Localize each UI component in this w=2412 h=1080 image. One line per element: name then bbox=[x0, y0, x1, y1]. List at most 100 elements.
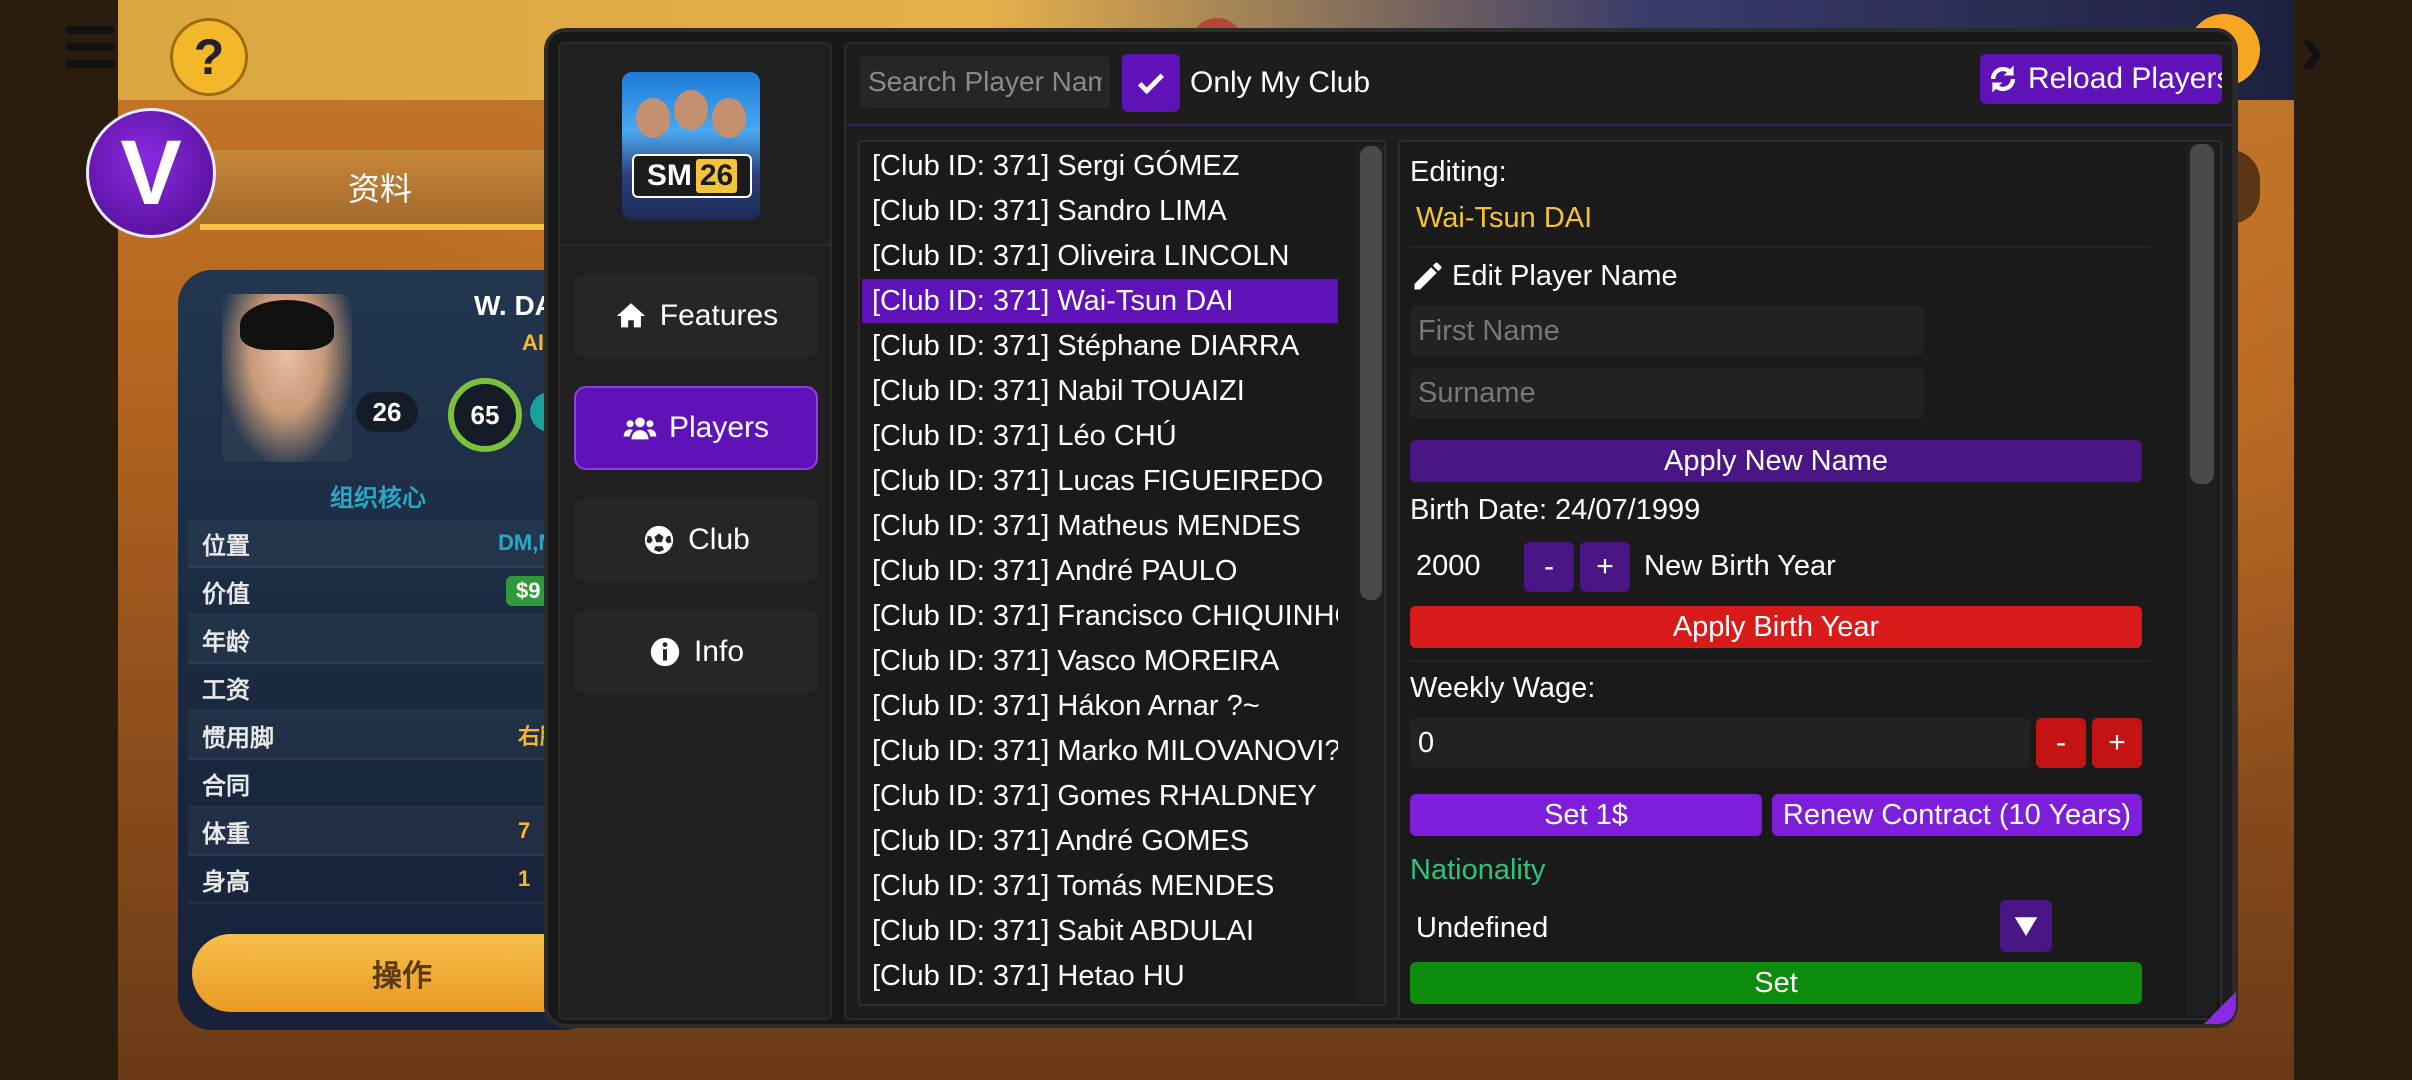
player-list[interactable]: [Club ID: 371] Sergi GÓMEZ [Club ID: 371… bbox=[858, 140, 1386, 1006]
search-player-input[interactable] bbox=[860, 56, 1110, 108]
users-icon bbox=[623, 417, 657, 440]
player-sub-label: AI bbox=[522, 330, 544, 355]
nav-features[interactable]: Features bbox=[574, 274, 818, 358]
player-editor: Editing: Wai-Tsun DAI Edit Player Name A… bbox=[1398, 140, 2222, 1020]
help-button[interactable]: ? bbox=[170, 18, 248, 96]
action-button[interactable]: 操作 bbox=[192, 934, 598, 1012]
panel-divider bbox=[846, 124, 2232, 126]
resize-handle[interactable] bbox=[2204, 992, 2236, 1024]
menu-sidebar: SM 26 Features Players Club Info bbox=[558, 42, 832, 1020]
stat-row: 合同 bbox=[188, 760, 598, 808]
list-item[interactable]: [Club ID: 371] André GOMES bbox=[862, 819, 1338, 863]
divider bbox=[1410, 246, 2150, 248]
birth-date-label: Birth Date: 24/07/1999 bbox=[1410, 494, 1701, 526]
list-item[interactable]: [Club ID: 371] Oliveira LINCOLN bbox=[862, 234, 1338, 278]
nav-club[interactable]: Club bbox=[574, 498, 818, 582]
player-list-scrollbar[interactable] bbox=[1356, 144, 1384, 1002]
apply-birth-year-button[interactable]: Apply Birth Year bbox=[1410, 606, 2142, 648]
birth-year-minus-button[interactable]: - bbox=[1524, 542, 1574, 592]
sidebar-divider bbox=[560, 244, 830, 246]
stat-row: 价值 $9 bbox=[188, 568, 598, 616]
list-item[interactable]: [Club ID: 371] Marko MILOVANOVI? bbox=[862, 729, 1338, 773]
scrollbar-thumb[interactable] bbox=[2190, 144, 2214, 484]
player-card: W. DA AI 26 65 组织核心 位置 DM,M 价值 $9 年龄 工资 惯用… bbox=[178, 270, 598, 1030]
list-item[interactable]: [Club ID: 371] Stéphane DIARRA bbox=[862, 324, 1338, 368]
reload-label: Reload Players bbox=[2028, 62, 2222, 95]
first-name-input[interactable] bbox=[1410, 306, 1924, 356]
refresh-icon bbox=[1990, 65, 2016, 93]
list-item[interactable]: [Club ID: 371] Sabit ABDULAI bbox=[862, 909, 1338, 953]
wage-minus-button[interactable]: - bbox=[2036, 718, 2086, 768]
list-item[interactable]: [Club ID: 371] Nabil TOUAIZI bbox=[862, 369, 1338, 413]
divider bbox=[1410, 660, 2150, 662]
nav-label: Club bbox=[688, 523, 750, 556]
stat-row: 年龄 bbox=[188, 616, 598, 664]
weekly-wage-label: Weekly Wage: bbox=[1410, 672, 1596, 704]
list-item[interactable]: [Club ID: 371] Francisco CHIQUINHO bbox=[862, 594, 1338, 638]
dropdown-arrow-icon[interactable] bbox=[2000, 900, 2052, 952]
list-item[interactable]: [Club ID: 371] Matheus MENDES bbox=[862, 504, 1338, 548]
mod-menu-toggle-icon[interactable]: V bbox=[86, 108, 216, 238]
stat-row: 位置 DM,M bbox=[188, 520, 598, 568]
editing-player-name: Wai-Tsun DAI bbox=[1416, 202, 1593, 234]
age-badge: 26 bbox=[356, 392, 418, 432]
wage-input[interactable]: 0 bbox=[1410, 718, 2030, 768]
player-portrait bbox=[222, 294, 352, 462]
birth-year-value[interactable]: 2000 bbox=[1416, 550, 1481, 583]
nav-label: Info bbox=[693, 635, 745, 668]
reload-players-button[interactable]: Reload Players bbox=[1980, 54, 2222, 104]
editing-label: Editing: bbox=[1410, 156, 1507, 188]
nationality-dropdown[interactable]: Undefined bbox=[1410, 900, 2058, 954]
list-item[interactable]: [Club ID: 371] Sergi GÓMEZ bbox=[862, 144, 1338, 188]
tab-profile[interactable]: 资料 bbox=[200, 150, 560, 230]
list-item[interactable]: [Club ID: 371] Tomás MENDES bbox=[862, 864, 1338, 908]
app-logo: SM 26 bbox=[622, 72, 760, 220]
info-icon bbox=[650, 637, 680, 667]
nationality-selected-value: Undefined bbox=[1416, 912, 1549, 944]
list-item[interactable]: [Club ID: 371] Sandro LIMA bbox=[862, 189, 1338, 233]
home-icon bbox=[616, 303, 645, 328]
stat-row: 体重 7 bbox=[188, 808, 598, 856]
list-item[interactable]: [Club ID: 371] Hákon Arnar ?~ bbox=[862, 684, 1338, 728]
list-item[interactable]: [Club ID: 371] Gomes RHALDNEY bbox=[862, 774, 1338, 818]
overall-rating-badge: 65 bbox=[448, 378, 522, 452]
new-birth-year-label: New Birth Year bbox=[1644, 550, 1836, 582]
surname-input[interactable] bbox=[1410, 368, 1924, 418]
editor-scrollbar[interactable] bbox=[2186, 144, 2216, 1016]
stat-list: 位置 DM,M 价值 $9 年龄 工资 惯用脚 右脚 合同 体重 7 身高 1 bbox=[188, 520, 598, 904]
nav-label: Features bbox=[659, 299, 779, 332]
nav-info[interactable]: Info bbox=[574, 610, 818, 694]
checkmark-icon bbox=[1137, 73, 1165, 95]
nationality-heading: Nationality bbox=[1410, 854, 1546, 886]
nav-label: Players bbox=[668, 411, 770, 444]
set-1-dollar-button[interactable]: Set 1$ bbox=[1410, 794, 1762, 836]
right-letterbox bbox=[2294, 0, 2412, 1080]
list-item[interactable]: [Club ID: 371] Léo CHÚ bbox=[862, 414, 1338, 458]
players-panel: Only My Club Reload Players [Club ID: 37… bbox=[844, 42, 2234, 1020]
only-my-club-checkbox[interactable] bbox=[1122, 54, 1180, 112]
scrollbar-thumb[interactable] bbox=[1360, 146, 1382, 600]
next-arrow-icon[interactable]: › bbox=[2300, 14, 2360, 86]
soccer-ball-icon bbox=[644, 525, 674, 555]
list-item[interactable]: [Club ID: 371] André PAULO bbox=[862, 549, 1338, 593]
pencil-icon bbox=[1414, 262, 1442, 290]
set-nationality-button[interactable]: Set bbox=[1410, 962, 2142, 1004]
hamburger-menu-icon[interactable] bbox=[66, 26, 114, 74]
renew-contract-button[interactable]: Renew Contract (10 Years) bbox=[1772, 794, 2142, 836]
list-item-selected[interactable]: [Club ID: 371] Wai-Tsun DAI bbox=[862, 279, 1338, 323]
player-role: 组织核心 bbox=[330, 485, 426, 512]
edit-player-name-heading: Edit Player Name bbox=[1410, 258, 1678, 294]
list-item[interactable]: [Club ID: 371] Lucas FIGUEIREDO bbox=[862, 459, 1338, 503]
list-item[interactable]: [Club ID: 371] Vasco MOREIRA bbox=[862, 639, 1338, 683]
mod-menu-window: SM26 Features Players Club Info Only My … bbox=[544, 28, 2238, 1028]
stat-row: 身高 1 bbox=[188, 856, 598, 904]
stat-row: 惯用脚 右脚 bbox=[188, 712, 598, 760]
stat-row: 工资 bbox=[188, 664, 598, 712]
nav-players[interactable]: Players bbox=[574, 386, 818, 470]
birth-year-plus-button[interactable]: + bbox=[1580, 542, 1630, 592]
apply-new-name-button[interactable]: Apply New Name bbox=[1410, 440, 2142, 482]
player-short-name: W. DA bbox=[474, 290, 555, 321]
only-my-club-label: Only My Club bbox=[1190, 66, 1371, 99]
list-item[interactable]: [Club ID: 371] Hetao HU bbox=[862, 954, 1338, 998]
wage-plus-button[interactable]: + bbox=[2092, 718, 2142, 768]
